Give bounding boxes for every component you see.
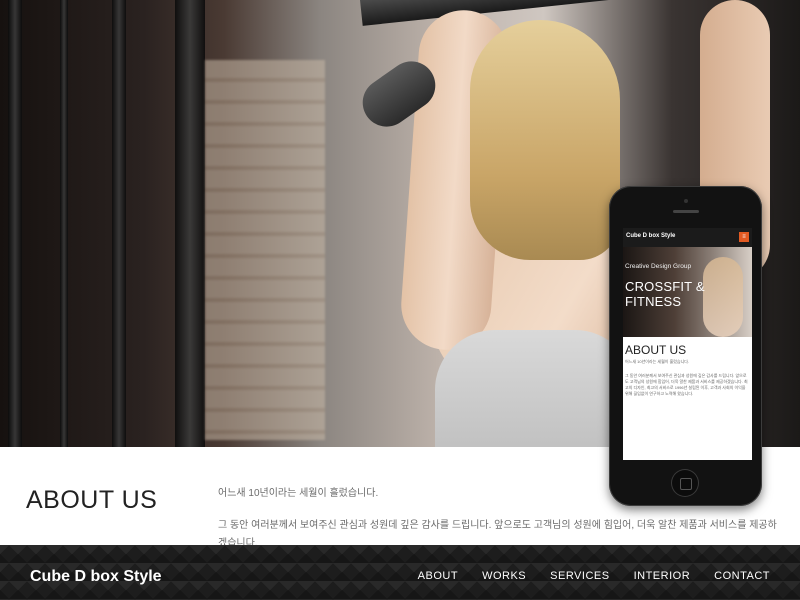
weight-stack <box>205 60 325 440</box>
menu-icon[interactable]: ≡ <box>739 232 749 242</box>
main-nav: ABOUT WORKS SERVICES INTERIOR CONTACT <box>418 570 770 582</box>
athlete-top <box>435 330 635 447</box>
phone-camera <box>684 199 688 203</box>
nav-item-works[interactable]: WORKS <box>482 570 526 582</box>
phone-brand: Cube D box Style <box>626 233 676 239</box>
bottom-navbar: Cube D box Style ABOUT WORKS SERVICES IN… <box>0 545 800 600</box>
gym-rack-bar <box>8 0 22 447</box>
nav-item-interior[interactable]: INTERIOR <box>634 570 691 582</box>
about-title: ABOUT US <box>26 486 158 514</box>
gym-rack-post <box>175 0 205 447</box>
nav-item-services[interactable]: SERVICES <box>550 570 609 582</box>
phone-about-text: 그 동안 여러분께서 보여주신 관심과 성원에 깊은 감사를 드립니다. 앞으로… <box>625 373 748 396</box>
phone-mockup: Cube D box Style ≡ Creative Design Group… <box>609 186 762 506</box>
nav-item-contact[interactable]: CONTACT <box>714 570 770 582</box>
phone-headline: CROSSFIT & FITNESS <box>625 279 705 309</box>
athlete-hair <box>470 20 620 260</box>
phone-hero: Creative Design Group CROSSFIT & FITNESS <box>623 247 752 337</box>
phone-navbar: Cube D box Style ≡ <box>623 228 752 247</box>
gym-rack-bar <box>112 0 126 447</box>
phone-about-title: ABOUT US <box>625 343 687 357</box>
phone-tagline: Creative Design Group <box>625 263 692 270</box>
gym-rack-bar <box>60 0 68 447</box>
phone-about-text: 어느새 10년이라는 세월이 흘렀습니다. <box>625 359 690 364</box>
phone-speaker <box>673 210 699 213</box>
about-paragraph: 어느새 10년이라는 세월이 흘렀습니다. <box>218 488 379 499</box>
nav-item-about[interactable]: ABOUT <box>418 570 458 582</box>
site-brand[interactable]: Cube D box Style <box>30 568 162 586</box>
phone-screen: Cube D box Style ≡ Creative Design Group… <box>623 228 752 460</box>
